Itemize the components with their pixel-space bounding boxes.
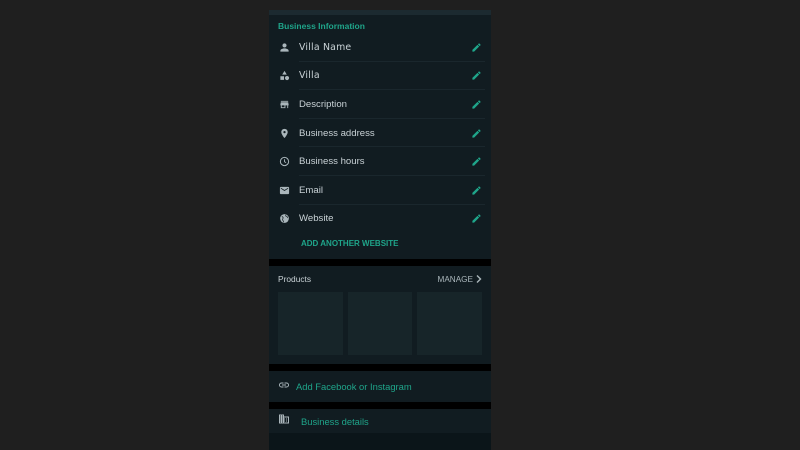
products-card: Products MANAGE [269,266,491,365]
edit-pencil-icon[interactable] [471,42,482,53]
business-address-label: Business address [299,127,375,139]
product-thumbnail[interactable] [417,292,483,356]
villa-name-row[interactable]: Villa Name [269,33,491,62]
business-address-row[interactable]: Business address [269,119,491,148]
mail-icon [278,184,290,196]
products-header: Products MANAGE [278,266,482,292]
business-information-card: Business Information Villa Name Villa De… [269,15,491,260]
edit-pencil-icon[interactable] [471,156,482,167]
divider [269,259,491,267]
edit-pencil-icon[interactable] [471,99,482,110]
add-another-website-button[interactable]: ADD ANOTHER WEBSITE [269,233,491,259]
business-hours-row[interactable]: Business hours [269,147,491,176]
edit-pencil-icon[interactable] [471,185,482,196]
category-row[interactable]: Villa [269,62,491,91]
add-facebook-instagram-label: Add Facebook or Instagram [296,381,412,393]
category-label: Villa [299,70,320,82]
edit-pencil-icon[interactable] [471,70,482,81]
edit-pencil-icon[interactable] [471,128,482,139]
description-row[interactable]: Description [269,90,491,119]
email-label: Email [299,184,323,196]
section-title: Business Information [278,21,365,31]
divider [269,364,491,372]
villa-name-label: Villa Name [299,41,352,53]
business-profile-screen: Business Information Villa Name Villa De… [269,10,491,450]
store-icon [278,98,290,110]
edit-pencil-icon[interactable] [471,213,482,224]
description-label: Description [299,98,347,110]
clock-icon [278,156,290,168]
website-label: Website [299,213,334,225]
globe-icon [278,213,290,225]
products-title: Products [278,274,312,285]
link-icon [278,378,290,396]
business-details-label: Business details [301,415,369,427]
product-thumbnail[interactable] [347,292,413,356]
location-pin-icon [278,127,290,139]
divider [269,402,491,410]
manage-label: MANAGE [437,274,474,284]
manage-products-button[interactable]: MANAGE [438,275,483,284]
add-facebook-instagram-row[interactable]: Add Facebook or Instagram [269,371,491,403]
product-thumbnails [278,292,483,356]
person-icon [278,41,290,53]
category-icon [278,70,290,82]
product-thumbnail[interactable] [278,292,343,356]
chevron-right-icon [476,275,482,284]
email-row[interactable]: Email [269,176,491,205]
business-hours-label: Business hours [299,156,365,168]
building-icon [278,412,290,430]
website-row[interactable]: Website [269,205,491,234]
business-details-row[interactable]: Business details [269,409,491,434]
